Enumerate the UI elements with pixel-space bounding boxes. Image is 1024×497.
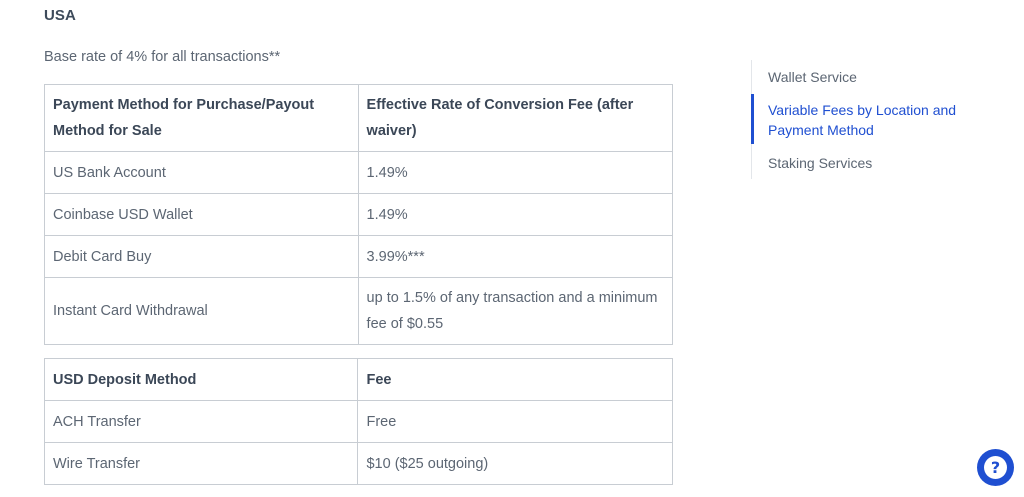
help-button[interactable]: ? xyxy=(977,449,1014,486)
rate-cell: 1.49% xyxy=(357,193,674,236)
table-row: Debit Card Buy 3.99%*** xyxy=(44,235,674,278)
table-of-contents: Wallet Service Variable Fees by Location… xyxy=(751,60,982,179)
toc-item-staking-services[interactable]: Staking Services xyxy=(768,153,968,173)
table-row: Coinbase USD Wallet 1.49% xyxy=(44,193,674,236)
table-row: Wire Transfer $10 ($25 outgoing) xyxy=(43,442,673,485)
base-rate-text: Base rate of 4% for all transactions** xyxy=(44,49,281,65)
column-header-payment-method: Payment Method for Purchase/Payout Metho… xyxy=(44,84,359,152)
rate-cell: up to 1.5% of any transaction and a mini… xyxy=(357,277,674,345)
deposit-fee-table: USD Deposit Method Fee ACH Transfer Free… xyxy=(43,358,673,485)
table-row: Instant Card Withdrawal up to 1.5% of an… xyxy=(44,277,674,345)
conversion-fee-table: Payment Method for Purchase/Payout Metho… xyxy=(44,84,674,345)
column-header-effective-rate: Effective Rate of Conversion Fee (after … xyxy=(357,84,674,152)
rate-cell: 3.99%*** xyxy=(357,235,674,278)
deposit-method-cell: ACH Transfer xyxy=(43,400,359,443)
payment-method-cell: US Bank Account xyxy=(44,151,359,194)
toc-item-wallet-service[interactable]: Wallet Service xyxy=(768,67,968,87)
toc-item-variable-fees[interactable]: Variable Fees by Location and Payment Me… xyxy=(768,100,968,140)
payment-method-cell: Instant Card Withdrawal xyxy=(44,277,359,345)
payment-method-cell: Debit Card Buy xyxy=(44,235,359,278)
table-header-row: USD Deposit Method Fee xyxy=(43,358,673,401)
column-header-deposit-method: USD Deposit Method xyxy=(43,358,359,401)
table-header-row: Payment Method for Purchase/Payout Metho… xyxy=(44,84,674,152)
section-title: USA xyxy=(44,7,76,24)
column-header-fee: Fee xyxy=(357,358,673,401)
fee-cell: $10 ($25 outgoing) xyxy=(357,442,673,485)
deposit-method-cell: Wire Transfer xyxy=(43,442,359,485)
page: USA Base rate of 4% for all transactions… xyxy=(0,0,1024,497)
rate-cell: 1.49% xyxy=(357,151,674,194)
fee-cell: Free xyxy=(357,400,673,443)
question-icon: ? xyxy=(984,456,1007,479)
toc-active-indicator xyxy=(751,94,754,144)
table-row: ACH Transfer Free xyxy=(43,400,673,443)
table-row: US Bank Account 1.49% xyxy=(44,151,674,194)
payment-method-cell: Coinbase USD Wallet xyxy=(44,193,359,236)
